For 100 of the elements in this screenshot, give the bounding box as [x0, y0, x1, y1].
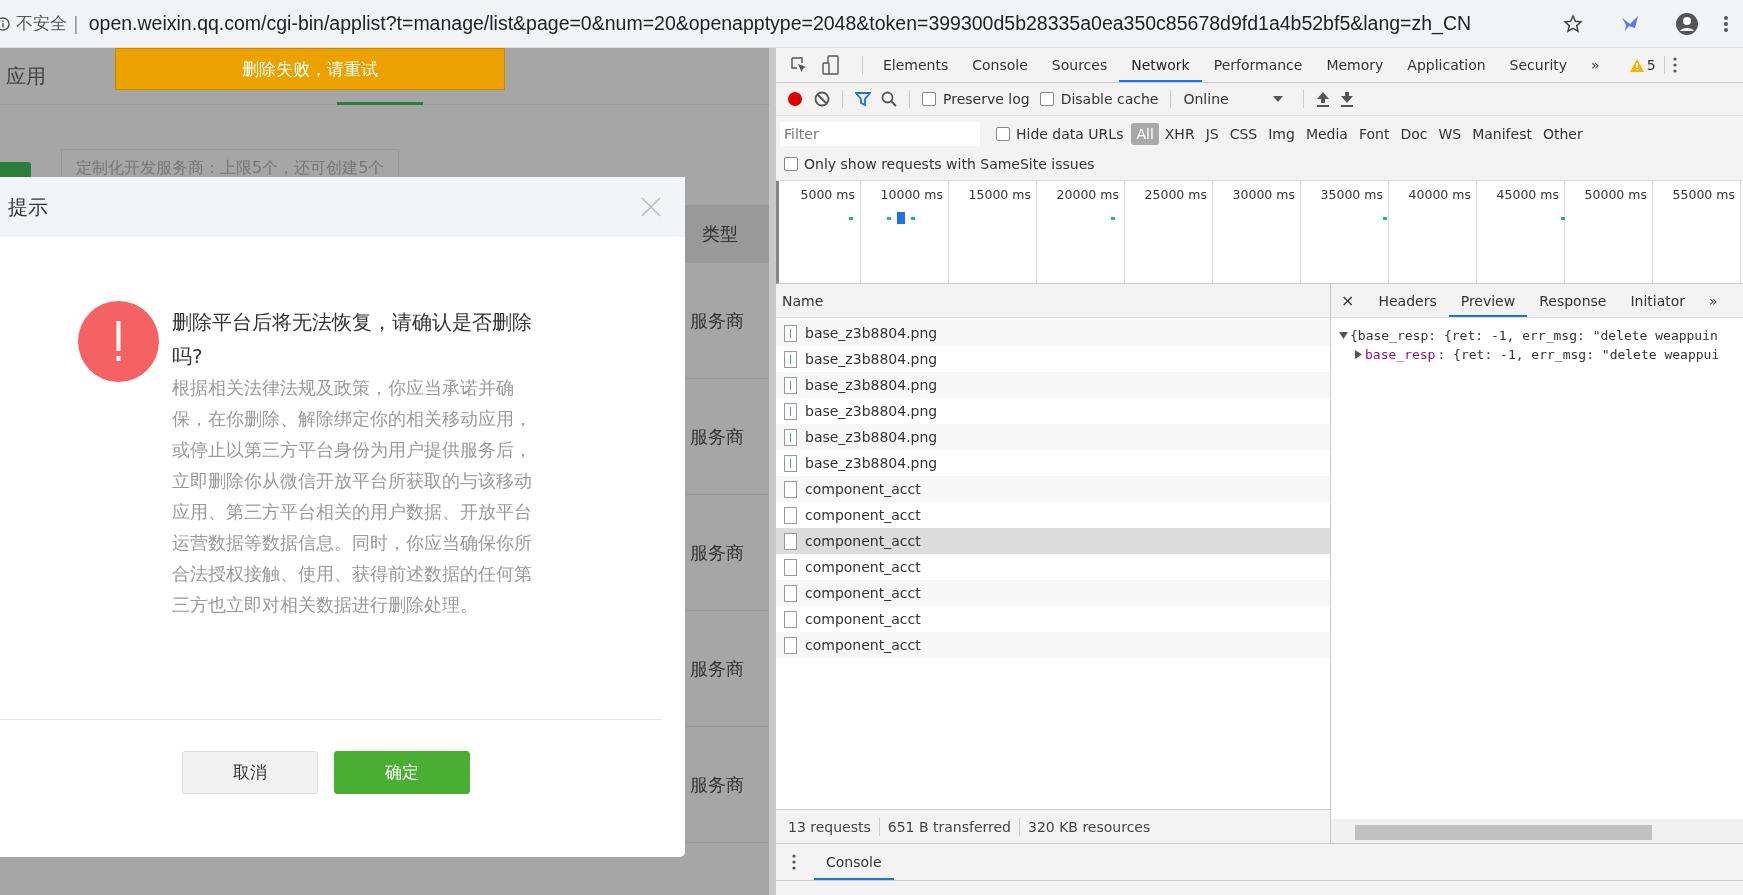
document-file-icon: [784, 506, 797, 524]
checkbox-label: Hide data URLs: [1016, 125, 1124, 142]
image-file-icon: [784, 376, 797, 394]
menu-icon[interactable]: [1723, 14, 1729, 33]
dialog-description: 根据相关法律法规及政策，你应当承诺并确保，在你删除、解除绑定你的相关移动应用，或停止以第三方平台身份为用户提供服务后，立即删除你从微信开放平台所获取的与该移动应用、第三方平台相关的用户数据、开放平台运营数据等数据信息。同时，你应当确保你所合法授权接触、使用、获得前述数据的任何第三方也立即对相关数据进行删除处理。: [172, 377, 533, 617]
document-file-icon: [784, 558, 797, 576]
profile-icon[interactable]: [1675, 11, 1699, 36]
type-filter-button[interactable]: XHR: [1159, 122, 1200, 145]
column-header: 类型: [702, 222, 738, 246]
type-filter-button[interactable]: WS: [1433, 122, 1467, 145]
menu-icon[interactable]: [1672, 57, 1677, 73]
json-key: base_resp: [1365, 347, 1436, 362]
request-row[interactable]: component_acct: [776, 580, 1330, 606]
tree-toggle-icon[interactable]: [1354, 350, 1363, 359]
detail-tab[interactable]: Preview: [1448, 284, 1528, 317]
devtools-tab[interactable]: Network: [1119, 48, 1202, 82]
type-filter-button[interactable]: JS: [1200, 122, 1224, 145]
type-filter-button[interactable]: Img: [1263, 122, 1300, 145]
request-row[interactable]: base_z3b8804.png: [776, 424, 1330, 450]
samesite-checkbox[interactable]: [784, 156, 798, 171]
table-cell: 服务商: [690, 308, 744, 333]
image-file-icon: [784, 454, 797, 472]
detail-tab[interactable]: Headers: [1366, 284, 1449, 317]
close-button[interactable]: ×: [1331, 291, 1367, 310]
url-text[interactable]: open.weixin.qq.com/cgi-bin/applist?t=manage/list&page=0&num=20&openapptype=2048&token=399300d5b28335a0ea350c85678d9fd1a4b52bf5&lang=zh_CN: [88, 12, 1557, 35]
request-row[interactable]: component_acct: [776, 528, 1330, 554]
download-icon[interactable]: [1340, 91, 1355, 107]
filter-icon[interactable]: [855, 91, 871, 107]
devtools-tab[interactable]: Sources: [1039, 48, 1120, 82]
checkbox-label: Disable cache: [1060, 91, 1159, 107]
more-tabs-button[interactable]: »: [1697, 284, 1730, 317]
tree-toggle-icon[interactable]: [1339, 331, 1348, 340]
request-row[interactable]: component_acct: [776, 606, 1330, 632]
devtools-tab[interactable]: Console: [960, 48, 1040, 82]
request-row[interactable]: base_z3b8804.png: [776, 450, 1330, 476]
column-header: Name: [782, 292, 824, 309]
warning-count[interactable]: 5: [1646, 57, 1656, 73]
throttling-dropdown[interactable]: Online: [1183, 91, 1264, 107]
table-cell: 服务商: [690, 424, 744, 449]
request-row[interactable]: component_acct: [776, 502, 1330, 528]
summary-text: 13 requests: [788, 818, 871, 835]
json-text: : {ret: -1, err_msg: "delete weappui: [1437, 347, 1720, 362]
disable-cache-checkbox[interactable]: [1039, 92, 1054, 106]
inspect-icon[interactable]: [790, 56, 808, 74]
summary-text: 651 B transferred: [887, 818, 1011, 835]
more-tabs-button[interactable]: »: [1579, 48, 1612, 82]
request-row[interactable]: component_acct: [776, 632, 1330, 658]
search-icon[interactable]: [881, 91, 897, 107]
caret-icon[interactable]: [1273, 96, 1284, 102]
filter-field[interactable]: Filter: [780, 121, 980, 146]
nav-tab[interactable]: 应用: [6, 62, 46, 90]
menu-icon[interactable]: [792, 854, 796, 870]
time-tick-label: 5000 ms: [800, 187, 855, 202]
device-icon[interactable]: [822, 55, 840, 75]
devtools-tab[interactable]: Memory: [1314, 48, 1396, 82]
time-tick-label: 35000 ms: [1320, 187, 1383, 202]
star-icon[interactable]: [1563, 13, 1583, 34]
document-file-icon: [784, 532, 797, 550]
request-row[interactable]: base_z3b8804.png: [776, 320, 1330, 346]
devtools-tab[interactable]: Application: [1395, 48, 1498, 82]
document-file-icon: [784, 636, 797, 654]
type-filter-button[interactable]: Doc: [1395, 122, 1433, 145]
error-toast: 删除失败，请重试: [115, 48, 505, 90]
type-filter-button[interactable]: CSS: [1224, 122, 1263, 145]
separator: |: [73, 13, 79, 34]
devtools-tab[interactable]: Performance: [1201, 48, 1315, 82]
time-tick-label: 45000 ms: [1496, 187, 1559, 202]
record-icon[interactable]: [786, 90, 804, 108]
type-filter-button[interactable]: Media: [1300, 122, 1353, 145]
devtools-tab[interactable]: Security: [1497, 48, 1580, 82]
devtools-tab[interactable]: Elements: [871, 48, 961, 82]
cancel-button[interactable]: 取消: [182, 751, 318, 794]
time-tick-label: 30000 ms: [1232, 187, 1295, 202]
preserve-log-checkbox[interactable]: [922, 92, 936, 106]
type-filter-button[interactable]: Font: [1353, 122, 1395, 145]
checkbox-label: Preserve log: [943, 91, 1030, 107]
request-row[interactable]: base_z3b8804.png: [776, 398, 1330, 424]
type-filter-button[interactable]: Other: [1537, 122, 1588, 145]
upload-icon[interactable]: [1316, 91, 1331, 107]
scrollbar-thumb[interactable]: [1355, 825, 1652, 840]
detail-tab[interactable]: Initiator: [1618, 284, 1698, 317]
request-row[interactable]: component_acct: [776, 476, 1330, 502]
table-cell: 服务商: [690, 656, 744, 681]
info-icon[interactable]: [0, 16, 10, 31]
document-file-icon: [784, 610, 797, 628]
document-file-icon: [784, 480, 797, 498]
detail-tab[interactable]: Response: [1527, 284, 1619, 317]
type-filter-button[interactable]: Manifest: [1467, 122, 1537, 145]
request-row[interactable]: base_z3b8804.png: [776, 346, 1330, 372]
time-tick-label: 50000 ms: [1584, 187, 1647, 202]
request-row[interactable]: component_acct: [776, 554, 1330, 580]
image-file-icon: [784, 428, 797, 446]
time-tick-label: 25000 ms: [1144, 187, 1207, 202]
exclamation-icon: [78, 301, 159, 382]
time-tick-label: 40000 ms: [1408, 187, 1471, 202]
hide-data-urls-checkbox[interactable]: [996, 126, 1010, 141]
image-file-icon: [784, 324, 797, 342]
request-row[interactable]: base_z3b8804.png: [776, 372, 1330, 398]
security-label: 不安全: [16, 12, 67, 35]
clear-icon[interactable]: [814, 91, 830, 107]
